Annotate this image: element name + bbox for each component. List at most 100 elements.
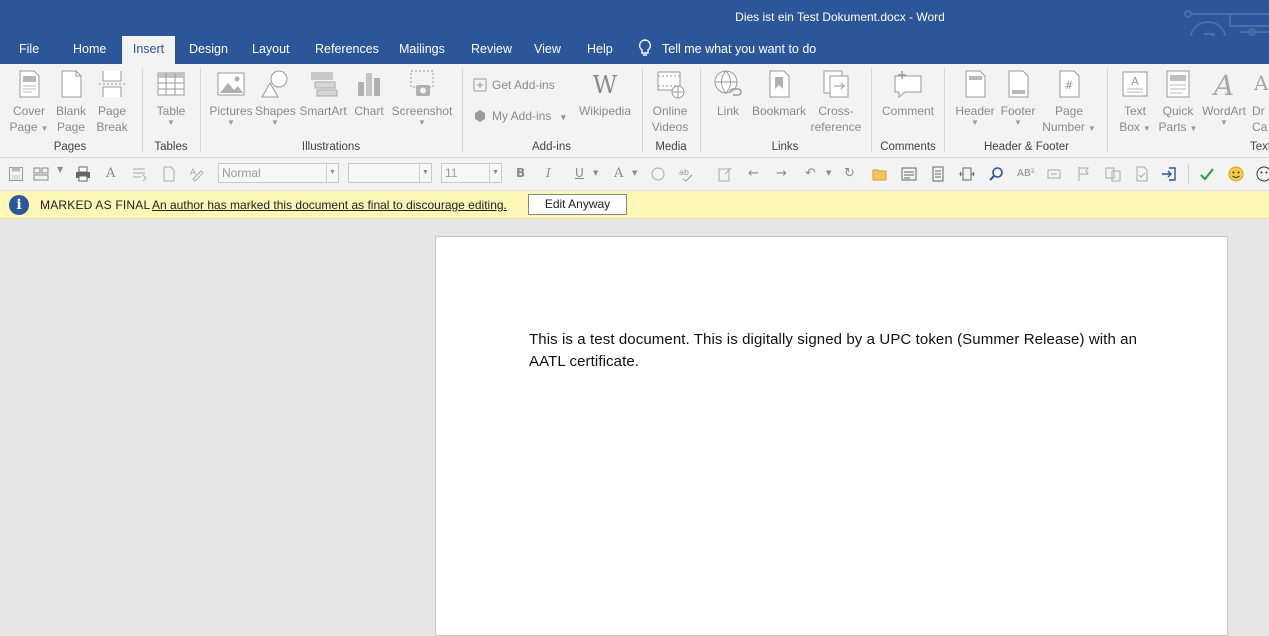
table-button[interactable]: Table ▼ — [152, 68, 190, 127]
page-break-button[interactable]: Page Break — [93, 68, 131, 135]
ribbon-tab-bar: File Home Insert Design Layout Reference… — [0, 36, 1269, 64]
redo-icon[interactable]: ↻ — [844, 166, 855, 181]
compare-icon[interactable] — [1105, 166, 1121, 182]
quick-parts-icon — [1166, 70, 1190, 98]
font-color-a-icon[interactable]: A — [106, 166, 115, 181]
tab-insert[interactable]: Insert — [122, 36, 175, 64]
svg-text:A: A — [190, 168, 197, 178]
screenshot-button[interactable]: Screenshot ▼ — [391, 68, 453, 127]
italic-icon[interactable]: I — [546, 166, 551, 180]
tab-help[interactable]: Help — [577, 36, 623, 64]
quick-access-toolbar: ▼ A A Normal ▼ ▼ 11 ▼ B I U ▼ A ▼ ab ← →… — [0, 158, 1269, 191]
shapes-button[interactable]: Shapes ▼ — [255, 68, 296, 127]
arrow-left-icon[interactable]: ← — [748, 166, 759, 181]
layout-grid-icon[interactable] — [33, 166, 49, 182]
group-label-text: Text — [1250, 141, 1269, 153]
wordart-button[interactable]: A WordArt ▼ — [1200, 68, 1248, 127]
superscript-icon[interactable]: AB² — [1017, 168, 1035, 179]
print-icon[interactable] — [75, 166, 91, 182]
arrow-right-icon[interactable]: → — [776, 166, 787, 181]
open-folder-icon[interactable] — [872, 166, 888, 182]
tab-references[interactable]: References — [305, 36, 389, 64]
font-size-combo[interactable]: 11 ▼ — [441, 163, 502, 183]
style-combo[interactable]: Normal ▼ — [218, 163, 339, 183]
cover-page-icon — [19, 70, 40, 98]
chevron-down-icon[interactable]: ▼ — [489, 164, 501, 182]
circle-icon[interactable] — [650, 166, 666, 182]
tell-me-search[interactable]: Tell me what you want to do — [638, 36, 816, 64]
fit-width-icon[interactable] — [959, 166, 975, 182]
chevron-down-icon[interactable]: ▼ — [826, 169, 831, 177]
search-icon[interactable] — [988, 166, 1004, 182]
save-icon[interactable] — [8, 166, 24, 182]
online-videos-button[interactable]: Online Videos — [648, 68, 692, 135]
edit-anyway-button[interactable]: Edit Anyway — [528, 194, 627, 215]
blank-page-button[interactable]: Blank Page — [53, 68, 89, 135]
cover-page-button[interactable]: Cover Page ▼ — [9, 68, 49, 135]
blank-page-icon — [61, 70, 82, 98]
svg-text:ab: ab — [679, 168, 689, 177]
wikipedia-icon: W — [593, 71, 618, 99]
bookmark-button[interactable]: Bookmark — [750, 68, 808, 119]
pictures-icon — [217, 72, 245, 96]
text-box-button[interactable]: A Text Box ▼ — [1115, 68, 1155, 135]
footer-icon — [1008, 70, 1029, 98]
tab-design[interactable]: Design — [179, 36, 238, 64]
addins-icon — [475, 110, 485, 122]
document-icon[interactable] — [161, 166, 177, 182]
title-bar: Dies ist ein Test Dokument.docx - Word — [0, 0, 1269, 36]
chevron-down-icon[interactable]: ▼ — [593, 169, 598, 177]
tab-home[interactable]: Home — [63, 36, 116, 64]
tab-file[interactable]: File — [9, 36, 49, 64]
link-button[interactable]: Link — [710, 68, 746, 119]
chevron-down-icon[interactable]: ▼ — [419, 164, 431, 182]
page-number-button[interactable]: # Page Number ▼ — [1040, 68, 1098, 135]
font-combo[interactable]: ▼ — [348, 163, 432, 183]
smiley-icon[interactable] — [1228, 166, 1244, 182]
document-page[interactable]: This is a test document. This is digital… — [435, 236, 1228, 636]
tab-view[interactable]: View — [524, 36, 571, 64]
quick-parts-button[interactable]: Quick Parts ▼ — [1157, 68, 1199, 135]
page-number-icon: # — [1059, 70, 1080, 98]
tab-mailings[interactable]: Mailings — [389, 36, 455, 64]
get-addins-button[interactable]: Get Add-ins — [473, 78, 555, 92]
svg-text:#: # — [1064, 79, 1073, 92]
bold-icon[interactable]: B — [516, 166, 525, 180]
spelling-icon[interactable]: ab — [679, 166, 695, 182]
paragraph-icon[interactable] — [131, 166, 147, 182]
chevron-down-icon[interactable]: ▼ — [326, 164, 338, 182]
drop-cap-button[interactable]: A Dr Ca — [1252, 68, 1269, 135]
lightbulb-icon — [638, 39, 652, 56]
tab-layout[interactable]: Layout — [242, 36, 300, 64]
chart-button[interactable]: Chart — [352, 68, 386, 119]
format-painter-icon[interactable]: A — [190, 166, 206, 182]
underline-icon[interactable]: U — [575, 166, 584, 180]
pictures-button[interactable]: Pictures ▼ — [208, 68, 254, 127]
comment-button[interactable]: Comment — [878, 68, 938, 119]
chevron-down-icon[interactable]: ▼ — [57, 165, 63, 174]
page-view-icon[interactable] — [930, 166, 946, 182]
message-title: MARKED AS FINAL — [40, 198, 151, 212]
frown-icon[interactable] — [1256, 166, 1269, 182]
undo-icon[interactable]: ↶ — [805, 166, 816, 181]
document-body-text[interactable]: This is a test document. This is digital… — [529, 329, 1139, 373]
header-button[interactable]: Header ▼ — [952, 68, 998, 127]
shapes-icon — [261, 70, 288, 98]
wikipedia-button[interactable]: W Wikipedia — [577, 68, 633, 119]
text-layout-icon[interactable] — [901, 166, 917, 182]
message-text-link[interactable]: An author has marked this document as fi… — [152, 198, 507, 212]
link-globe-icon — [714, 70, 742, 96]
text-color-icon[interactable]: A — [614, 166, 623, 181]
field-icon[interactable] — [1046, 166, 1062, 182]
cross-reference-button[interactable]: Cross-reference — [810, 68, 862, 135]
flag-icon[interactable] — [1076, 166, 1092, 182]
my-addins-button[interactable]: My Add-ins ▼ — [473, 109, 567, 123]
smartart-button[interactable]: SmartArt — [297, 68, 349, 119]
check-doc-icon[interactable] — [1134, 166, 1150, 182]
chevron-down-icon[interactable]: ▼ — [632, 169, 637, 177]
sign-in-icon[interactable] — [1161, 166, 1177, 182]
checkmark-icon[interactable] — [1199, 166, 1215, 182]
tab-review[interactable]: Review — [461, 36, 522, 64]
track-changes-icon[interactable] — [717, 166, 733, 182]
footer-button[interactable]: Footer ▼ — [998, 68, 1038, 127]
